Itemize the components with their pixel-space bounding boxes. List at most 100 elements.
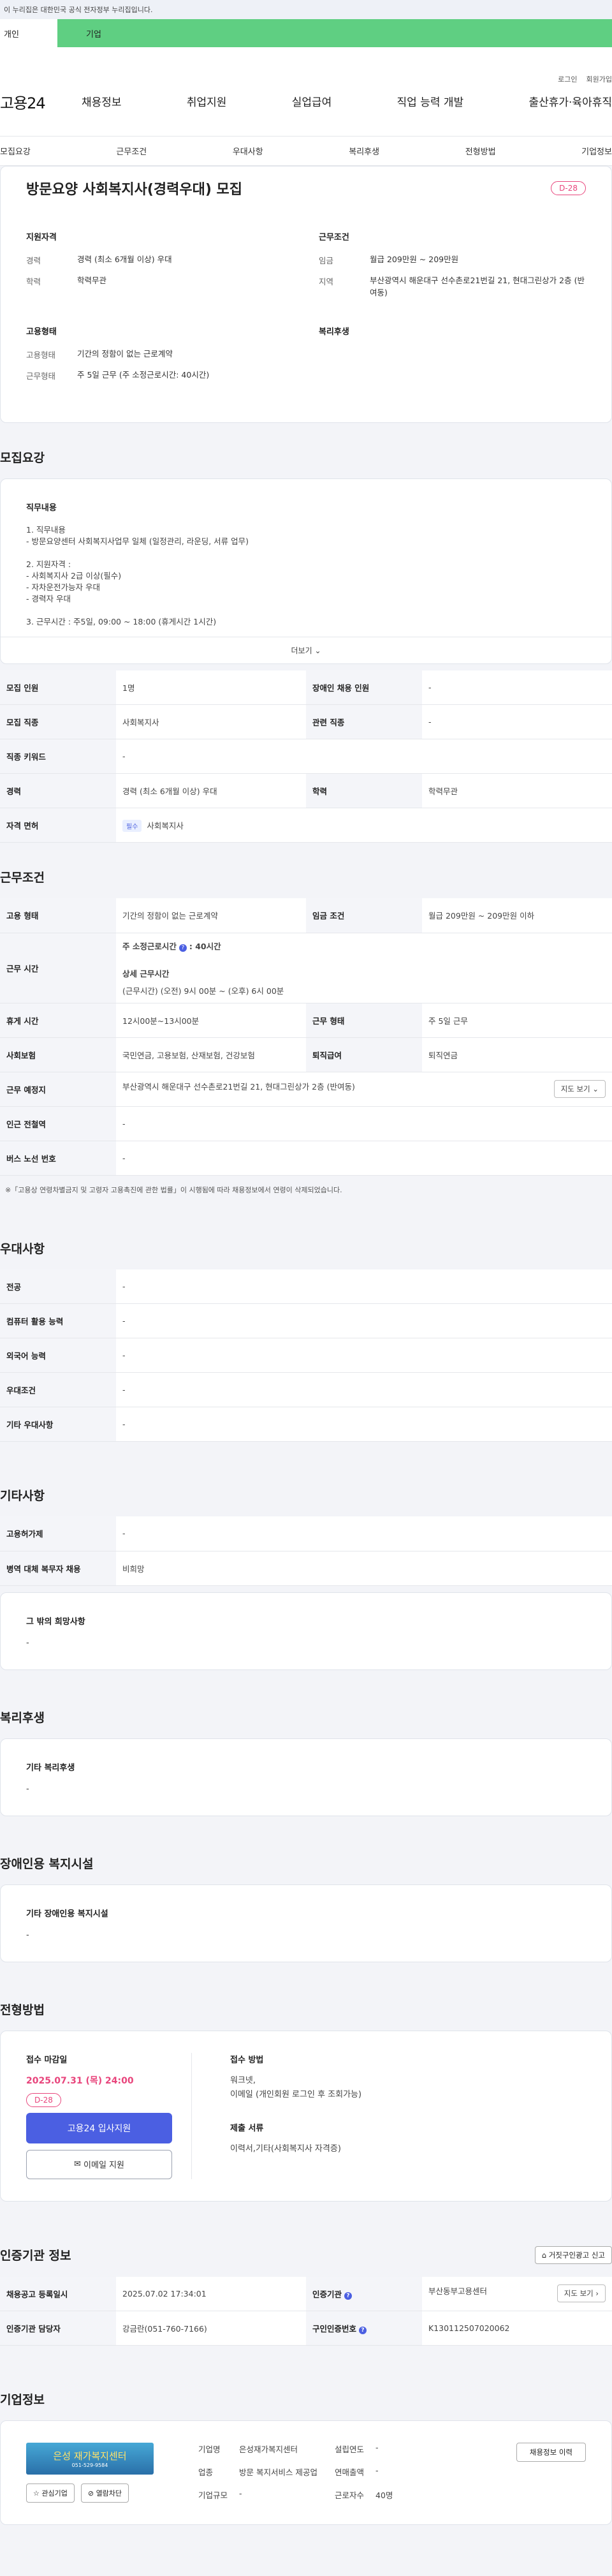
desc-lines: 1. 직무내용 - 방문요양센터 사회복지사업무 일체 (일정관리, 라운딩, … bbox=[26, 524, 586, 628]
deadline-value: 2025.07.31 (목) 24:00 bbox=[26, 2075, 134, 2086]
job-title: 방문요양 사회복지사(경력우대) 모집 bbox=[26, 182, 243, 198]
report-button[interactable]: ⌂ 거짓구인광고 신고 bbox=[534, 2246, 612, 2264]
site-header: 로그인 회원가입 고용24 채용정보 취업지원 실업급여 직업 능력 개발 출산… bbox=[0, 47, 612, 137]
desc-line: - 경력자 우대 bbox=[26, 593, 71, 603]
apply-button[interactable]: 고용24 입사지원 bbox=[26, 2112, 172, 2143]
desc-line: 2. 지원자격 : bbox=[26, 559, 71, 569]
table-row: 모집 인원 1명 장애인 채용 인원 - bbox=[0, 670, 612, 705]
history-button[interactable]: 채용정보 이력 bbox=[516, 2443, 586, 2462]
site-logo[interactable]: 고용24 bbox=[0, 91, 46, 113]
tab-conditions[interactable]: 근무조건 bbox=[116, 145, 147, 157]
career-value: 경력 (최소 6개월 이상) 우대 bbox=[77, 255, 172, 264]
org-label: 인증기관 bbox=[312, 2289, 342, 2299]
table-row: 고용허가제 - bbox=[0, 1516, 612, 1551]
block-icon: ⊘ bbox=[87, 2489, 96, 2498]
job-summary-card: 방문요양 사회복지사(경력우대) 모집 D-28 지원자격 경력 경력 (최소 6… bbox=[0, 166, 612, 423]
info-icon[interactable]: ? bbox=[359, 2327, 367, 2334]
tab-recruit[interactable]: 모집요강 bbox=[0, 145, 31, 157]
gnb-item[interactable]: 직업 능력 개발 bbox=[397, 93, 464, 109]
table-row: 경력 경력 (최소 6개월 이상) 우대 학력 학력무관 bbox=[0, 773, 612, 808]
table-row: 근무 시간 주 소정근로시간? : 40시간 상세 근무시간 (근무시간) (오… bbox=[0, 933, 612, 1003]
job-description-card: 직무내용 1. 직무내용 - 방문요양센터 사회복지사업무 일체 (일정관리, … bbox=[0, 478, 612, 664]
week-hours-value: : 40시간 bbox=[189, 941, 221, 951]
section-title-disabled: 장애인용 복지시설 bbox=[0, 1856, 94, 1871]
gnb-item[interactable]: 채용정보 bbox=[82, 93, 122, 109]
section-title-agency: 인증기관 정보 bbox=[0, 2249, 71, 2263]
table-row: 외국어 능력 - bbox=[0, 1338, 612, 1373]
table-row: 기타 우대사항 - bbox=[0, 1407, 612, 1442]
tab-business[interactable]: 기업 bbox=[57, 19, 612, 47]
more-button[interactable]: 더보기 ⌄ bbox=[1, 636, 611, 663]
agency-map-button[interactable]: 지도 보기 › bbox=[557, 2284, 606, 2303]
employment-heading: 고용형태 bbox=[26, 327, 57, 337]
join-link[interactable]: 회원가입 bbox=[586, 74, 612, 84]
welfare-card-value: - bbox=[26, 1784, 29, 1794]
emp-label: 고용형태 bbox=[26, 350, 56, 360]
table-row: 버스 노선 번호 - bbox=[0, 1141, 612, 1176]
email-apply-button[interactable]: ✉ 이메일 지원 bbox=[26, 2149, 172, 2179]
global-nav: 채용정보 취업지원 실업급여 직업 능력 개발 출산휴가·육아휴직 bbox=[82, 93, 612, 109]
conditions-table: 고용 형태 기간의 정함이 없는 근로계약 임금 조건 월급 209만원 ~ 209만… bbox=[0, 898, 612, 1176]
login-link[interactable]: 로그인 bbox=[558, 74, 577, 84]
table-row: 사회보험 국민연금, 고용보험, 산재보험, 건강보험 퇴직급여 퇴직연금 bbox=[0, 1037, 612, 1072]
company-card: 은성 재가복지센터 051-529-9584 ☆ 관심기업 ⊘ 열람차단 기업명… bbox=[0, 2420, 612, 2525]
table-row: 컴퓨터 활용 능력 - bbox=[0, 1303, 612, 1338]
desc-line: - 사회복지사 2급 이상(필수) bbox=[26, 570, 122, 581]
table-row: 근무 예정지 부산광역시 해운대구 선수촌로21번길 21, 현대그린상가 2층 … bbox=[0, 1072, 612, 1107]
other-hope-card: 그 밖의 희망사항 - bbox=[0, 1592, 612, 1670]
dday-badge: D-28 bbox=[26, 2092, 61, 2107]
section-title-welfare: 복리후생 bbox=[0, 1710, 45, 1725]
interest-button[interactable]: ☆ 관심기업 bbox=[26, 2483, 75, 2503]
desc-line: 3. 근무시간 : 주5일, 09:00 ~ 18:00 (휴게시간 1시간) bbox=[26, 616, 217, 626]
region-value: 부산광역시 해운대구 선수촌로21번길 21, 현대그린상가 2층 (반여동) bbox=[370, 276, 585, 297]
section-title-apply: 전형방법 bbox=[0, 2002, 45, 2017]
tab-welfare[interactable]: 복리후생 bbox=[349, 145, 379, 157]
table-row: 모집 직종 사회복지사 관련 직종 - bbox=[0, 704, 612, 739]
detail-hours-label: 상세 근무시간 bbox=[122, 968, 170, 979]
disabled-card: 기타 장애인용 복지시설 - bbox=[0, 1884, 612, 1962]
gnb-item[interactable]: 출산휴가·육아휴직 bbox=[528, 93, 612, 109]
desc-line bbox=[26, 605, 586, 616]
preference-table: 전공 - 컴퓨터 활용 능력 - 외국어 능력 - 우대조건 - 기타 우대사항 - bbox=[0, 1269, 612, 1442]
table-row: 자격 면허 필수 사회복지사 bbox=[0, 808, 612, 843]
welfare-card-heading: 기타 복리후생 bbox=[26, 1763, 75, 1773]
form-value: 주 5일 근무 (주 소정근로시간: 40시간) bbox=[77, 369, 210, 380]
user-type-tabs: 개인 기업 bbox=[0, 19, 612, 47]
edu-label: 학력 bbox=[26, 277, 41, 286]
gov-banner: 이 누리집은 대한민국 공식 전자정부 누리집입니다. bbox=[0, 0, 612, 19]
desc-line: 1. 직무내용 bbox=[26, 524, 66, 535]
section-title-recruit: 모집요강 bbox=[0, 450, 45, 465]
apply-card: 접수 마감일 2025.07.31 (목) 24:00 D-28 고용24 입사… bbox=[0, 2030, 612, 2202]
license-value: 사회복지사 bbox=[147, 820, 184, 831]
table-row: 병역 대체 복무자 채용 비희망 bbox=[0, 1551, 612, 1586]
org-value: 부산동부고용센터 bbox=[428, 2286, 488, 2297]
id-label: 구인인증번호 bbox=[312, 2324, 357, 2334]
tab-preference[interactable]: 우대사항 bbox=[233, 145, 263, 157]
table-row: 고용 형태 기간의 정함이 없는 근로계약 임금 조건 월급 209만원 ~ 209만… bbox=[0, 898, 612, 933]
block-button[interactable]: ⊘ 열람차단 bbox=[80, 2483, 129, 2503]
docs-value: 이력서,기타(사회복지사 자격증) bbox=[230, 2143, 341, 2154]
desc-line: - 방문요양센터 사회복지사업무 일체 (일정관리, 라운딩, 서류 업무) bbox=[26, 536, 249, 546]
section-title-conditions: 근무조건 bbox=[0, 871, 45, 885]
info-icon[interactable]: ? bbox=[344, 2291, 353, 2300]
map-button[interactable]: 지도 보기 ⌄ bbox=[553, 1080, 606, 1098]
info-icon[interactable]: ? bbox=[178, 944, 187, 952]
deadline-label: 접수 마감일 bbox=[26, 2055, 68, 2065]
tab-apply[interactable]: 전형방법 bbox=[465, 145, 496, 157]
tab-personal[interactable]: 개인 bbox=[0, 19, 57, 47]
utility-links: 로그인 회원가입 bbox=[558, 74, 612, 84]
desc-line bbox=[26, 547, 586, 559]
gnb-item[interactable]: 취업지원 bbox=[187, 93, 227, 109]
chevron-down-icon: ⌄ bbox=[314, 646, 321, 655]
gnb-item[interactable]: 실업급여 bbox=[292, 93, 332, 109]
wage-value: 월급 209만원 ~ 209만원 bbox=[370, 255, 459, 264]
table-row: 우대조건 - bbox=[0, 1372, 612, 1407]
section-title-other: 기타사항 bbox=[0, 1489, 45, 1503]
region-label: 지역 bbox=[319, 277, 334, 286]
mail-icon: ✉ bbox=[74, 2159, 84, 2169]
tab-company[interactable]: 기업정보 bbox=[581, 145, 612, 157]
career-label: 경력 bbox=[26, 256, 41, 265]
desc-line: - 자차운전가능자 우대 bbox=[26, 582, 100, 592]
table-row: 휴게 시간 12시00분~13시00분 근무 형태 주 5일 근무 bbox=[0, 1003, 612, 1038]
home-icon: ⌂ bbox=[541, 2250, 549, 2260]
